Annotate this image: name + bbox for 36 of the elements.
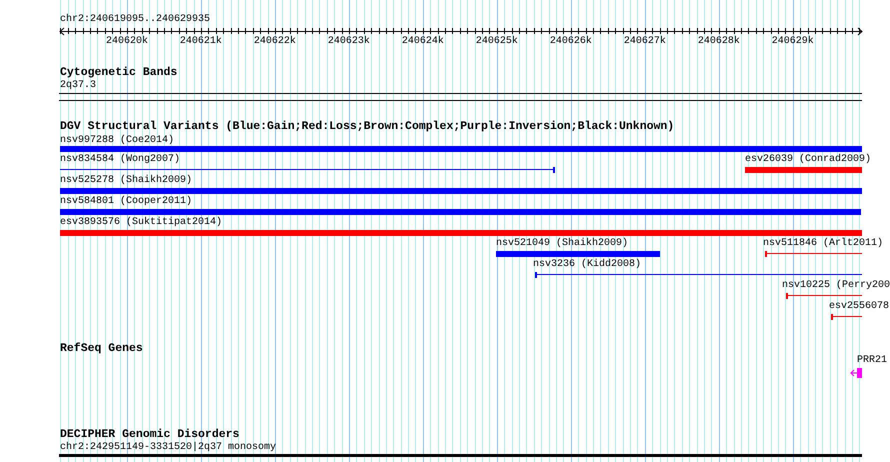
variant-line[interactable] — [60, 167, 555, 173]
variant-label: nsv10225 (Perry200 — [782, 281, 890, 291]
ruler-tick-label: 240624k — [402, 37, 444, 47]
disorder-label: chr2:242951149-3331520|2q37 monosomy — [60, 443, 276, 453]
track-title: DECIPHER Genomic Disorders — [60, 429, 240, 440]
chromosome-band[interactable] — [59, 93, 862, 101]
variant-line[interactable] — [765, 251, 862, 257]
ruler-tick-label: 240625k — [476, 37, 518, 47]
ruler-tick-label: 240628k — [698, 37, 740, 47]
variant-label: nsv997288 (Coe2014) — [60, 136, 174, 146]
ruler-tick-label: 240621k — [180, 37, 222, 47]
variant-line[interactable] — [786, 293, 862, 299]
gene-label: PRR21 — [857, 356, 888, 366]
ruler-tick-label: 240626k — [550, 37, 592, 47]
variant-line[interactable] — [535, 272, 862, 278]
variant-label: nsv511846 (Arlt2011) — [763, 239, 884, 249]
variant-label: esv3893576 (Suktitipat2014) — [60, 218, 222, 228]
track-title: DGV Structural Variants (Blue:Gain;Red:Loss;Brown:Complex;Purple:Inversion;Black:Unknown) — [60, 121, 674, 132]
variant-label: nsv525278 (Shaikh2009) — [60, 176, 192, 186]
position-range: chr2:240619095..240629935 — [60, 15, 210, 25]
track-title: Cytogenetic Bands — [60, 67, 178, 78]
gene-model-drawing[interactable] — [850, 368, 862, 378]
band-label: 2q37.3 — [60, 81, 96, 91]
variant-label: esv2556078 — [829, 302, 890, 312]
ruler-tick-label: 240629k — [772, 37, 814, 47]
variant-label: nsv3236 (Kidd2008) — [533, 260, 642, 270]
ruler-tick-label: 240620k — [106, 37, 148, 47]
variant-label: esv26039 (Conrad2009) — [745, 155, 872, 165]
variant-label: nsv521049 (Shaikh2009) — [496, 239, 628, 249]
ruler-tick-label: 240623k — [328, 37, 370, 47]
ruler-tick-label: 240627k — [624, 37, 666, 47]
ruler-tick-label: 240622k — [254, 37, 296, 47]
variant-label: nsv584801 (Cooper2011) — [60, 197, 192, 207]
variant-line[interactable] — [831, 314, 862, 320]
variant-label: nsv834584 (Wong2007) — [60, 155, 180, 165]
track-title: RefSeq Genes — [60, 343, 143, 354]
